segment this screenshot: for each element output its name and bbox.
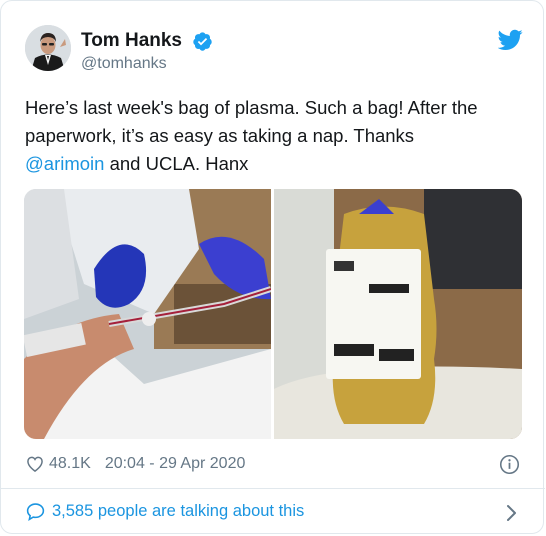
author-name[interactable]: Tom Hanks — [81, 30, 182, 52]
talking-count[interactable]: 3,585 people are talking about this — [52, 502, 304, 521]
avatar-image — [25, 25, 71, 71]
info-icon[interactable] — [499, 454, 520, 475]
avatar[interactable] — [25, 25, 71, 71]
chevron-right-icon[interactable] — [504, 503, 518, 523]
tweet-meta: 48.1K 20:04 - 29 Apr 2020 — [25, 453, 245, 475]
tweet-text-line-2: paperwork, it’s as easy as taking a nap.… — [25, 125, 415, 146]
tweet-text-line-1: Here’s last week's bag of plasma. Such a… — [25, 97, 478, 118]
mention-link[interactable]: @arimoin — [25, 153, 104, 174]
tweet-card[interactable]: Tom Hanks @tomhanks Here’s last week's b… — [0, 0, 545, 534]
heart-icon[interactable] — [25, 454, 45, 474]
like-count[interactable]: 48.1K — [49, 455, 91, 473]
tweet-timestamp[interactable]: 20:04 - 29 Apr 2020 — [105, 455, 246, 473]
twitter-bird-icon[interactable] — [498, 29, 523, 51]
verified-badge-icon — [193, 32, 212, 51]
author-handle[interactable]: @tomhanks — [81, 55, 167, 73]
speech-bubble-icon — [26, 503, 45, 521]
photo-left[interactable] — [24, 189, 271, 439]
tweet-text-line-3-rest: and UCLA. Hanx — [104, 153, 249, 174]
tweet-text-line-3: @arimoin and UCLA. Hanx — [25, 150, 525, 178]
conversation-link[interactable]: 3,585 people are talking about this — [25, 501, 304, 522]
tweet-text: Here’s last week's bag of plasma. Such a… — [25, 94, 525, 178]
photo-right[interactable] — [274, 189, 522, 439]
media-grid[interactable] — [24, 189, 522, 439]
divider — [1, 488, 545, 489]
